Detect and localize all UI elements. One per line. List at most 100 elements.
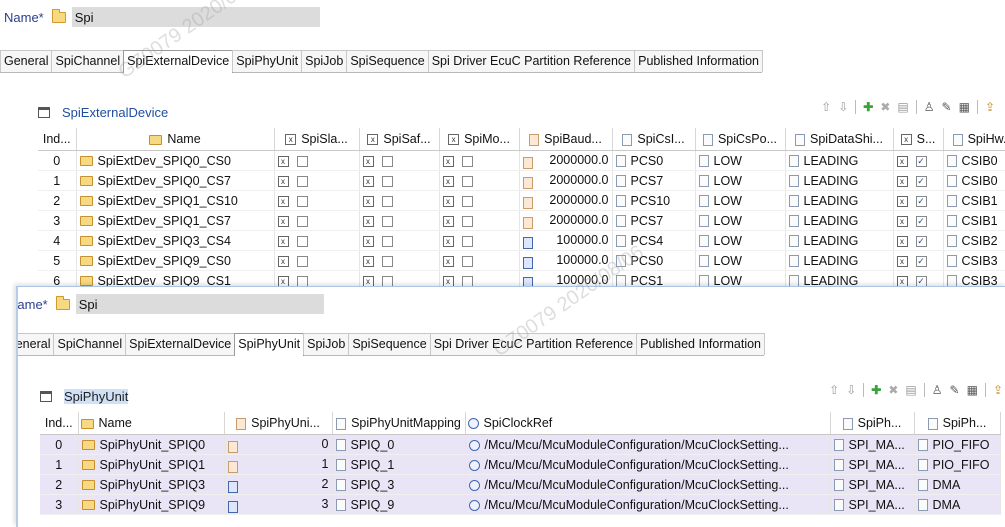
add-icon[interactable]: ✚ xyxy=(871,383,881,397)
table-row[interactable]: 4 SpiExtDev_SPIQ3_CS4 x x x 100000.0 PCS4 LOW LE… xyxy=(38,230,1005,251)
checkbox[interactable] xyxy=(461,195,473,207)
row-name[interactable]: SpiPhyUnit_SPIQ1 xyxy=(78,454,225,475)
cell-spisafe[interactable]: x xyxy=(359,170,440,191)
table-row[interactable]: 0 SpiExtDev_SPIQ0_CS0 x x x 2000000.0 PCS0 LOW L… xyxy=(38,150,1005,171)
cell-spiph-1[interactable]: SPI_MA... xyxy=(830,474,915,495)
tab-spichannel[interactable]: SpiChannel xyxy=(51,50,125,72)
tab-spiphyunit[interactable]: SpiPhyUnit xyxy=(234,333,305,356)
cell-spibaudrate[interactable]: 2000000.0 xyxy=(519,170,613,191)
export-icon[interactable]: ⇪ xyxy=(993,383,1003,397)
properties-icon[interactable]: ▦ xyxy=(959,100,970,114)
cell-spibaudrate[interactable]: 2000000.0 xyxy=(519,210,613,231)
cell-s[interactable]: x ✓ xyxy=(893,170,944,191)
col-spihwunit[interactable]: SpiHw... xyxy=(943,128,1005,151)
cell-spicsidentifier[interactable]: PCS4 xyxy=(612,230,696,251)
export-icon[interactable]: ⇪ xyxy=(985,100,995,114)
cell-spihwunit[interactable]: CSIB0 xyxy=(943,170,1005,191)
table-row[interactable]: 0 SpiPhyUnit_SPIQ0 0 SPIQ_0/Mcu/Mcu/McuModu… xyxy=(40,434,1001,455)
cell-s[interactable]: x ✓ xyxy=(893,230,944,251)
edit-icon[interactable]: ✎ xyxy=(942,100,952,114)
cell-spiphyunit[interactable]: 0 xyxy=(224,434,333,455)
cell-spimode[interactable]: x xyxy=(439,190,520,211)
tab-published-information[interactable]: Published Information xyxy=(636,333,766,355)
cell-spicspolarity[interactable]: LOW xyxy=(695,210,786,231)
cell-s[interactable]: x ✓ xyxy=(893,210,944,231)
cell-spiph-1[interactable]: SPI_MA... xyxy=(830,494,915,515)
cell-spiphyunit[interactable]: 2 xyxy=(224,474,333,495)
checkbox-checked[interactable]: ✓ xyxy=(915,195,927,207)
tab-general[interactable]: General xyxy=(0,50,53,72)
cell-spisafe[interactable]: x xyxy=(359,150,440,171)
cell-spibaudrate[interactable]: 2000000.0 xyxy=(519,190,613,211)
checkbox[interactable] xyxy=(296,155,308,167)
properties-icon[interactable]: ▦ xyxy=(967,383,978,397)
cell-spicsidentifier[interactable]: PCS0 xyxy=(612,250,696,271)
cell-spimode[interactable]: x xyxy=(439,170,520,191)
checkbox[interactable] xyxy=(381,215,393,227)
cell-spimode[interactable]: x xyxy=(439,150,520,171)
cell-spiphyunitmapping[interactable]: SPIQ_0 xyxy=(332,434,466,455)
move-up-icon[interactable]: ⇧ xyxy=(829,383,839,397)
cell-spicsidentifier[interactable]: PCS0 xyxy=(612,150,696,171)
checkbox[interactable] xyxy=(296,215,308,227)
checkbox[interactable] xyxy=(296,235,308,247)
col-name[interactable]: Name xyxy=(76,128,275,151)
cell-spislave[interactable]: x xyxy=(274,230,360,251)
col-name[interactable]: Name xyxy=(78,412,225,435)
cell-spihwunit[interactable]: CSIB2 xyxy=(943,230,1005,251)
tab-spisequence[interactable]: SpiSequence xyxy=(348,333,431,355)
cell-s[interactable]: x ✓ xyxy=(893,150,944,171)
cell-spihwunit[interactable]: CSIB1 xyxy=(943,190,1005,211)
cell-spimode[interactable]: x xyxy=(439,250,520,271)
col-s[interactable]: x S... xyxy=(893,128,944,151)
row-name[interactable]: SpiPhyUnit_SPIQ9 xyxy=(78,494,225,515)
tab-spiexternaldevice[interactable]: SpiExternalDevice xyxy=(125,333,236,355)
cell-spisafe[interactable]: x xyxy=(359,210,440,231)
col-index[interactable]: Ind... xyxy=(38,128,77,151)
col-spiphyunitmapping[interactable]: SpiPhyUnitMapping xyxy=(332,412,466,435)
col-spimode[interactable]: x SpiMo... xyxy=(439,128,520,151)
table-row[interactable]: 2 SpiPhyUnit_SPIQ3 2 SPIQ_3/Mcu/Mcu/McuModu… xyxy=(40,474,1001,495)
row-name[interactable]: SpiPhyUnit_SPIQ0 xyxy=(78,434,225,455)
user-icon[interactable]: ♙ xyxy=(932,383,943,397)
cell-spiclockref[interactable]: /Mcu/Mcu/McuModuleConfiguration/McuClock… xyxy=(465,454,831,475)
cell-spiphyunit[interactable]: 1 xyxy=(224,454,333,475)
cell-spiphyunitmapping[interactable]: SPIQ_3 xyxy=(332,474,466,495)
cell-spidatashift[interactable]: LEADING xyxy=(785,170,894,191)
cell-spiph-1[interactable]: SPI_MA... xyxy=(830,454,915,475)
tab-ecuc-partition-reference[interactable]: Spi Driver EcuC Partition Reference xyxy=(427,50,636,72)
delete-icon[interactable]: ✖ xyxy=(880,100,890,114)
row-name[interactable]: SpiExtDev_SPIQ3_CS4 xyxy=(76,230,275,251)
cell-spiphyunitmapping[interactable]: SPIQ_1 xyxy=(332,454,466,475)
tab-published-information[interactable]: Published Information xyxy=(634,50,764,72)
tab-ecuc-partition-reference[interactable]: Spi Driver EcuC Partition Reference xyxy=(429,333,638,355)
cell-s[interactable]: x ✓ xyxy=(893,190,944,211)
row-name[interactable]: SpiExtDev_SPIQ0_CS7 xyxy=(76,170,275,191)
checkbox-checked[interactable]: ✓ xyxy=(915,255,927,267)
col-index[interactable]: Ind... xyxy=(40,412,79,435)
cell-spidatashift[interactable]: LEADING xyxy=(785,250,894,271)
cell-spicspolarity[interactable]: LOW xyxy=(695,190,786,211)
tab-general[interactable]: General xyxy=(18,333,55,355)
cell-spicspolarity[interactable]: LOW xyxy=(695,250,786,271)
cell-spisafe[interactable]: x xyxy=(359,230,440,251)
move-down-icon[interactable]: ⇩ xyxy=(838,100,848,114)
row-name[interactable]: SpiExtDev_SPIQ1_CS10 xyxy=(76,190,275,211)
cell-spicspolarity[interactable]: LOW xyxy=(695,170,786,191)
row-name[interactable]: SpiExtDev_SPIQ0_CS0 xyxy=(76,150,275,171)
copy-icon[interactable]: ▤ xyxy=(897,100,908,114)
move-down-icon[interactable]: ⇩ xyxy=(846,383,856,397)
col-spislave[interactable]: x SpiSla... xyxy=(274,128,360,151)
cell-spicspolarity[interactable]: LOW xyxy=(695,150,786,171)
col-spiclockref[interactable]: SpiClockRef xyxy=(465,412,831,435)
cell-spihwunit[interactable]: CSIB1 xyxy=(943,210,1005,231)
cell-spiph-1[interactable]: SPI_MA... xyxy=(830,434,915,455)
table-row[interactable]: 1 SpiPhyUnit_SPIQ1 1 SPIQ_1/Mcu/Mcu/McuModu… xyxy=(40,454,1001,475)
cell-spicspolarity[interactable]: LOW xyxy=(695,230,786,251)
cell-spisafe[interactable]: x xyxy=(359,250,440,271)
col-spiph-1[interactable]: SpiPh... xyxy=(830,412,915,435)
checkbox[interactable] xyxy=(461,175,473,187)
checkbox[interactable] xyxy=(461,155,473,167)
tab-spiphyunit[interactable]: SpiPhyUnit xyxy=(232,50,303,72)
cell-spislave[interactable]: x xyxy=(274,150,360,171)
